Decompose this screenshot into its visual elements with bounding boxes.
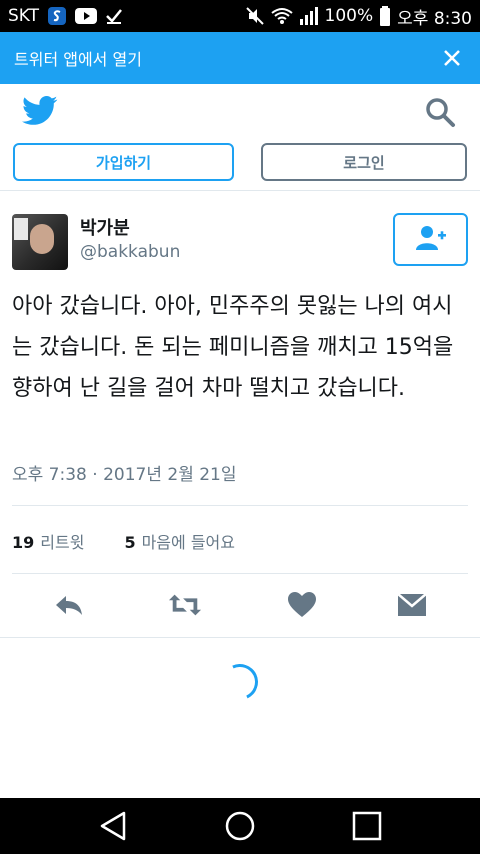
battery-icon (379, 6, 391, 26)
avatar-face (30, 224, 54, 254)
follow-user-icon (415, 225, 446, 255)
retweet-label: 리트윗 (40, 533, 85, 552)
retweet-icon[interactable] (168, 588, 202, 622)
tweet-timestamp[interactable]: 오후 7:38 · 2017년 2월 21일 (12, 460, 237, 485)
avatar[interactable] (12, 214, 68, 270)
retweet-stat[interactable]: 19 리트윗 (12, 529, 84, 553)
like-stat[interactable]: 5 마음에 들어요 (124, 529, 235, 553)
search-icon[interactable] (424, 96, 456, 132)
status-bar: SKT 100% 오후 8:30 (0, 0, 480, 32)
mute-icon (245, 6, 265, 26)
back-nav-icon[interactable] (93, 806, 133, 846)
close-icon[interactable] (438, 44, 466, 72)
open-in-app-banner[interactable]: 트위터 앱에서 열기 (0, 32, 480, 84)
twitter-bird-icon[interactable] (22, 96, 58, 130)
avatar-badge (14, 218, 28, 240)
like-label: 마음에 들어요 (141, 533, 235, 552)
home-nav-icon[interactable] (220, 806, 260, 846)
recents-nav-icon[interactable] (347, 806, 387, 846)
reply-icon[interactable] (52, 588, 86, 622)
meta-divider (12, 505, 468, 506)
retweet-count: 19 (12, 533, 35, 552)
tweet-text: 아아 갔습니다. 아아, 민주주의 못잃는 나의 여시는 갔습니다. 돈 되는 … (12, 294, 454, 401)
tweet-stats: 19 리트윗 5 마음에 들어요 (12, 529, 235, 553)
login-button[interactable]: 로그인 (261, 143, 467, 181)
actions-divider (0, 637, 480, 638)
follow-button[interactable] (393, 213, 468, 266)
android-nav-bar (0, 798, 480, 854)
app-s-icon (47, 6, 67, 26)
header-divider (0, 190, 480, 191)
carrier-label: SKT (8, 6, 40, 26)
tweet-actions (0, 584, 480, 626)
author-name[interactable]: 박가분 (80, 214, 130, 240)
youtube-icon (75, 8, 98, 24)
like-icon[interactable] (285, 588, 319, 622)
signal-icon (299, 7, 319, 25)
clock: 오후 8:30 (397, 8, 472, 29)
loading-spinner (216, 658, 264, 706)
author-handle[interactable]: @bakkabun (80, 242, 180, 262)
stats-divider (12, 573, 468, 574)
check-download-icon (105, 7, 123, 25)
signup-button[interactable]: 가입하기 (13, 143, 234, 181)
banner-text[interactable]: 트위터 앱에서 열기 (14, 46, 142, 70)
battery-percent: 100% (324, 6, 374, 26)
like-count: 5 (124, 533, 136, 552)
direct-message-icon[interactable] (395, 588, 429, 622)
top-bar (0, 84, 480, 140)
wifi-icon (270, 7, 293, 25)
